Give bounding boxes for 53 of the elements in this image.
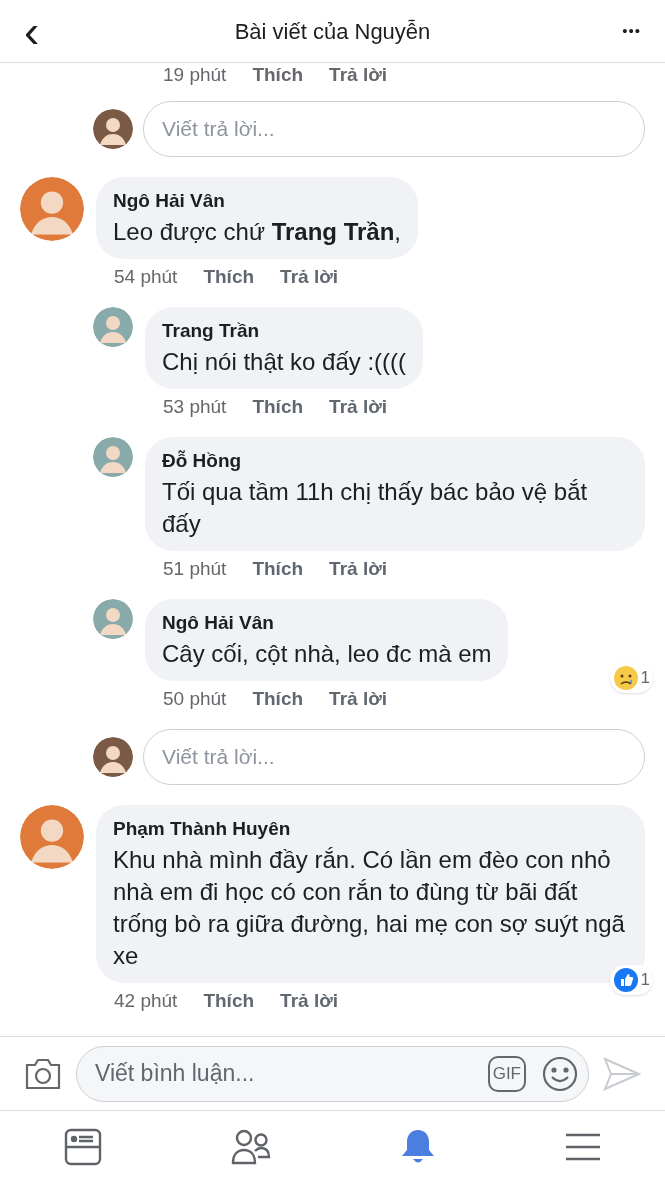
reply-field[interactable]: Viết trả lời... [143,729,645,785]
reply-link[interactable]: Trả lời [280,262,338,291]
reaction-count: 1 [640,968,650,991]
avatar [93,437,133,477]
friends-tab[interactable] [231,1128,272,1165]
avatar [93,307,133,347]
avatar [20,177,84,241]
comment-author: Trang Trần [162,319,261,343]
comment-text: Leo được chứ Trang Trần, [113,216,401,247]
comment-text: Chị nói thật ko đấy :(((( [162,346,407,377]
avatar [20,805,84,869]
menu-tab[interactable] [564,1131,601,1162]
comment-author: Đỗ Hồng [162,449,243,473]
reaction-count: 1 [640,666,650,689]
like-link[interactable]: Thích [203,986,255,1015]
comment-time: 50 phút [163,686,227,711]
comment-text: Tối qua tầm 11h chị thấy bác bảo vệ bắt đấy [162,476,589,539]
comment-author: Phạm Thành Huyên [113,817,292,841]
avatar [93,109,133,149]
more-button[interactable]: ••• [601,19,641,43]
comment-time: 42 phút [114,988,178,1013]
camera-icon [24,1056,62,1091]
menu-icon [564,1131,601,1162]
like-link[interactable]: Thích [252,392,304,421]
reply-link[interactable]: Trả lời [329,63,387,90]
gif-button[interactable]: GIF [487,1055,526,1092]
comment-time: 54 phút [114,264,178,289]
back-button[interactable]: ‹ [24,8,64,54]
smiley-icon [542,1055,578,1092]
news-feed-icon [64,1127,103,1166]
comment-time: 51 phút [163,556,227,581]
comment-author: Ngô Hải Vân [113,189,226,213]
avatar [93,737,133,777]
comment-time: 53 phút [163,394,227,419]
reply-field[interactable]: Viết trả lời... [143,101,645,157]
comment-author: Ngô Hải Vân [162,611,275,635]
comment-text: Cây cối, cột nhà, leo đc mà em [162,638,492,669]
people-icon [231,1128,272,1165]
like-link[interactable]: Thích [203,262,255,291]
news-feed-tab[interactable] [64,1127,103,1166]
comment-time: 19 phút [163,63,227,87]
sad-face-icon [612,664,639,691]
reply-link[interactable]: Trả lời [329,392,387,421]
comment-text: Khu nhà mình đầy rắn. Có lần em đèo con nhỏ nhà em đi học có con rắn to đùng từ bãi đất trống bò ra giữa đường, hai mẹ con sợ suýt ngã xe [113,844,626,971]
reply-link[interactable]: Trả lời [280,986,338,1015]
like-link[interactable]: Thích [252,63,304,90]
like-link[interactable]: Thích [252,684,304,713]
like-link[interactable]: Thích [252,554,304,583]
window-title: Bài viết của Nguyễn [234,17,431,46]
comment-field[interactable]: Viết bình luận... GIF [76,1045,589,1102]
reply-link[interactable]: Trả lời [329,554,387,583]
reply-link[interactable]: Trả lời [329,684,387,713]
avatar [93,599,133,639]
